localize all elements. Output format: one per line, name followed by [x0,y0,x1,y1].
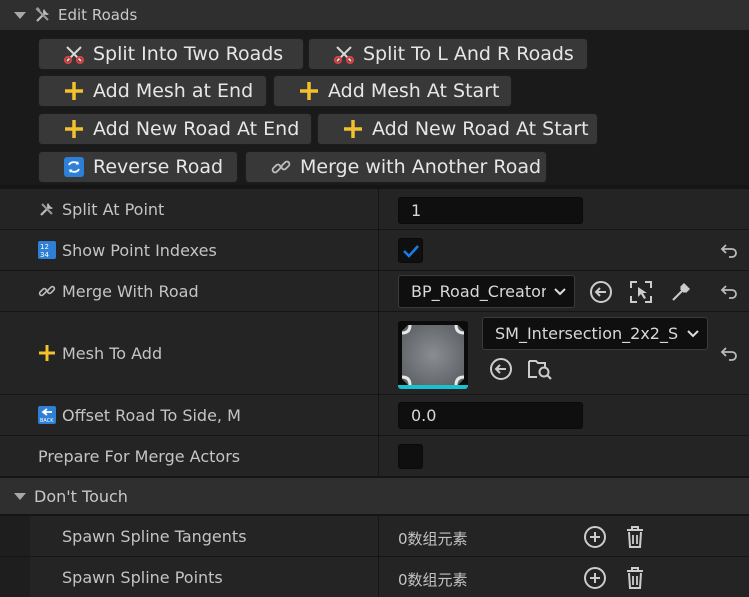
prepare-merge-checkbox[interactable] [398,444,423,469]
split-at-point-row: Split At Point 1 [0,188,749,229]
show-point-indexes-checkbox[interactable] [398,238,423,263]
category-dont-touch[interactable]: Don't Touch [0,478,749,514]
add-mesh-at-start-button[interactable]: Add Mesh At Start [273,75,512,107]
prepare-merge-row: Prepare For Merge Actors [0,435,749,476]
eyedropper-icon[interactable] [668,279,694,305]
collapse-arrow-icon[interactable] [14,492,26,500]
use-selected-icon[interactable] [588,279,614,305]
svg-text:BACK: BACK [40,418,54,424]
browse-folder-icon[interactable] [527,356,553,382]
plus-icon [342,118,364,140]
show-point-indexes-label: Show Point Indexes [62,240,217,260]
checkmark-icon [402,244,419,258]
category-title: Edit Roads [58,6,138,24]
add-new-road-at-start-button[interactable]: Add New Road At Start [317,113,598,145]
show-point-indexes-row: 12 34 Show Point Indexes [0,229,749,270]
reverse-road-button[interactable]: Reverse Road [38,151,238,183]
svg-text:12: 12 [40,243,49,251]
link-icon [270,156,292,178]
reset-to-default-icon[interactable] [719,281,739,301]
spawn-tangents-label: Spawn Spline Tangents [62,526,247,546]
plus-icon [298,80,320,102]
add-mesh-at-end-button[interactable]: Add Mesh at End [38,75,267,107]
chevron-down-icon [679,329,707,339]
merge-with-road-combo[interactable]: BP_Road_Creator2 [398,275,575,308]
category-edit-roads[interactable]: Edit Roads [0,0,749,30]
trash-icon[interactable] [622,524,648,550]
mesh-to-add-label: Mesh To Add [62,343,163,363]
reset-to-default-icon[interactable] [719,240,739,260]
merge-with-road-row: Merge With Road BP_Road_Creator2 [0,270,749,311]
array-count: 0数组元素 [398,530,468,548]
spawn-points-row: Spawn Spline Points 0数组元素 [0,556,749,597]
button-area: Split Into Two Roads Split To L And R Ro… [0,30,749,185]
link-icon [38,282,56,300]
chevron-down-icon [546,287,574,297]
mesh-to-add-combo[interactable]: SM_Intersection_2x2_Sides [482,317,708,350]
use-selected-icon[interactable] [488,356,514,382]
split-into-two-roads-button[interactable]: Split Into Two Roads [38,38,304,70]
array-count: 0数组元素 [398,571,468,589]
split-at-point-label: Split At Point [62,199,165,219]
repeat-icon [63,156,85,178]
merge-with-road-label: Merge With Road [62,281,199,301]
plus-icon [63,80,85,102]
tools-icon [34,6,52,24]
add-element-icon[interactable] [582,524,608,550]
add-new-road-at-end-button[interactable]: Add New Road At End [38,113,312,145]
tools-icon [38,200,56,218]
prepare-merge-label: Prepare For Merge Actors [38,446,241,466]
svg-text:34: 34 [40,251,49,259]
scissors-icon [333,43,355,65]
trash-icon[interactable] [622,565,648,591]
spawn-tangents-row: Spawn Spline Tangents 0数组元素 [0,515,749,556]
offset-road-label: Offset Road To Side, M [62,405,241,425]
offset-road-row: BACK Offset Road To Side, M 0.0 [0,394,749,435]
split-at-point-input[interactable]: 1 [398,197,583,224]
category-title: Don't Touch [34,486,128,506]
reset-to-default-icon[interactable] [719,343,739,363]
collapse-arrow-icon[interactable] [14,11,26,19]
browse-to-asset-icon[interactable] [628,279,654,305]
plus-icon [38,344,56,362]
add-element-icon[interactable] [582,565,608,591]
back-arrow-icon: BACK [38,406,56,424]
mesh-thumbnail[interactable] [398,321,468,389]
spawn-points-label: Spawn Spline Points [62,567,223,587]
merge-with-another-road-button[interactable]: Merge with Another Road [245,151,547,183]
offset-road-input[interactable]: 0.0 [398,402,583,429]
split-to-l-and-r-roads-button[interactable]: Split To L And R Roads [308,38,588,70]
plus-icon [63,118,85,140]
numbers-icon: 12 34 [38,241,56,259]
scissors-icon [63,43,85,65]
